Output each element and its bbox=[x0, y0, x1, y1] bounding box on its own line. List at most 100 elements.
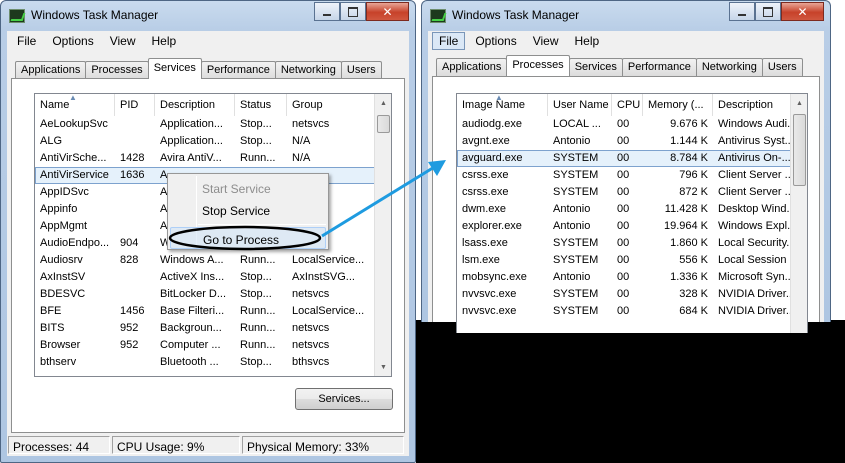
tab-processes[interactable]: Processes bbox=[85, 61, 149, 79]
service-row[interactable]: bthserv Bluetooth ... Stop... bthsvcs bbox=[35, 354, 375, 371]
title-bar[interactable]: Windows Task Manager ✕ bbox=[422, 1, 830, 31]
tab-networking[interactable]: Networking bbox=[274, 61, 342, 79]
title-bar[interactable]: Windows Task Manager ✕ bbox=[1, 1, 415, 31]
scroll-up-icon[interactable]: ▲ bbox=[792, 95, 807, 111]
process-row[interactable]: dwm.exe Antonio 00 11.428 K Desktop Wind... bbox=[457, 201, 792, 218]
column-description[interactable]: Description bbox=[155, 94, 235, 116]
service-row[interactable]: BDESVC BitLocker D... Stop... netsvcs bbox=[35, 286, 375, 303]
services-scrollbar[interactable]: ▲ ▼ bbox=[374, 94, 391, 376]
service-row[interactable]: BITS 952 Backgroun... Runn... netsvcs bbox=[35, 320, 375, 337]
column-user-name[interactable]: User Name bbox=[548, 94, 612, 116]
service-row[interactable]: Audiosrv 828 Windows A... Runn... LocalServi… bbox=[35, 252, 375, 269]
cell-description: Antivirus Syst... bbox=[718, 135, 792, 147]
column-group[interactable]: Group bbox=[287, 94, 375, 116]
process-row[interactable]: mobsync.exe Antonio 00 1.336 K Microsoft Syn… bbox=[457, 269, 792, 286]
tab-performance[interactable]: Performance bbox=[621, 58, 697, 76]
service-row[interactable]: ALG Application... Stop... N/A bbox=[35, 133, 375, 150]
cell-pid: 828 bbox=[120, 254, 139, 266]
process-row[interactable]: avguard.exe SYSTEM 00 8.784 K Antivirus On-.… bbox=[457, 150, 792, 167]
processes-scrollbar[interactable]: ▲ bbox=[790, 94, 807, 333]
close-icon[interactable]: ✕ bbox=[781, 2, 824, 21]
tab-users[interactable]: Users bbox=[340, 61, 382, 79]
cell-pid: 1456 bbox=[120, 305, 145, 317]
menu-view[interactable]: View bbox=[527, 33, 565, 49]
tab-services[interactable]: Services bbox=[568, 58, 623, 76]
menu-file[interactable]: File bbox=[432, 32, 466, 50]
cell-group: LocalService... bbox=[292, 254, 365, 266]
sort-arrow-icon: ▲ bbox=[69, 94, 77, 102]
service-row[interactable]: AntiVirSche... 1428 Avira AntiV... Runn... N… bbox=[35, 150, 375, 167]
close-icon[interactable]: ✕ bbox=[366, 2, 409, 21]
service-row[interactable]: Browser 952 Computer ... Runn... netsvcs bbox=[35, 337, 375, 354]
cell-group: netsvcs bbox=[292, 288, 330, 300]
cell-name: Audiosrv bbox=[40, 254, 83, 266]
tab-processes[interactable]: Processes bbox=[506, 55, 570, 76]
status-physical-memory: Physical Memory: 33% bbox=[242, 436, 404, 454]
menu-help[interactable]: Help bbox=[146, 33, 183, 49]
cell-name: Browser bbox=[40, 339, 81, 351]
service-row[interactable]: AxInstSV ActiveX Ins... Stop... AxInstSVG..… bbox=[35, 269, 375, 286]
process-row[interactable]: audiodg.exe LOCAL ... 00 9.676 K Windows Aud… bbox=[457, 116, 792, 133]
cell-description: Client Server ... bbox=[718, 186, 792, 198]
scroll-down-icon[interactable]: ▼ bbox=[376, 359, 391, 375]
menu-options[interactable]: Options bbox=[469, 33, 522, 49]
column-memory[interactable]: Memory (... bbox=[643, 94, 713, 116]
cell-description: Windows Audi... bbox=[718, 118, 792, 130]
cell-cpu: 00 bbox=[617, 186, 630, 198]
cell-pid: 1636 bbox=[120, 169, 145, 181]
tab-services[interactable]: Services bbox=[147, 58, 202, 79]
cell-pid: 952 bbox=[120, 339, 139, 351]
process-row[interactable]: csrss.exe SYSTEM 00 796 K Client Server ... bbox=[457, 167, 792, 184]
process-row[interactable]: explorer.exe Antonio 00 19.964 K Windows Exp… bbox=[457, 218, 792, 235]
column-description[interactable]: Description bbox=[713, 94, 792, 116]
menu-file[interactable]: File bbox=[11, 33, 42, 49]
menu-go-to-process[interactable]: Go to Process bbox=[170, 227, 326, 249]
maximize-icon[interactable] bbox=[340, 2, 366, 21]
tab-applications[interactable]: Applications bbox=[436, 58, 508, 76]
column-name[interactable]: ▲ Name bbox=[35, 94, 115, 116]
process-row[interactable]: nvvsvc.exe SYSTEM 00 328 K NVIDIA Driver... bbox=[457, 286, 792, 303]
scroll-thumb[interactable] bbox=[377, 115, 390, 133]
processes-list-body: audiodg.exe LOCAL ... 00 9.676 K Windows Aud… bbox=[457, 116, 792, 320]
window-title: Windows Task Manager bbox=[31, 8, 159, 22]
processes-list[interactable]: ▲ Image Name User Name CPU Memory (... D… bbox=[456, 93, 808, 333]
process-row[interactable]: lsm.exe SYSTEM 00 556 K Local Session ... bbox=[457, 252, 792, 269]
column-status[interactable]: Status bbox=[235, 94, 287, 116]
scroll-up-icon[interactable]: ▲ bbox=[376, 95, 391, 111]
service-row[interactable]: AeLookupSvc Application... Stop... netsvcs bbox=[35, 116, 375, 133]
service-row[interactable]: BFE 1456 Base Filteri... Runn... LocalServic… bbox=[35, 303, 375, 320]
menu-bar: File Options View Help bbox=[428, 31, 824, 51]
process-row[interactable]: csrss.exe SYSTEM 00 872 K Client Server ... bbox=[457, 184, 792, 201]
cell-description: Desktop Wind... bbox=[718, 203, 792, 215]
menu-help[interactable]: Help bbox=[569, 33, 606, 49]
process-row[interactable]: avgnt.exe Antonio 00 1.144 K Antivirus Syst.… bbox=[457, 133, 792, 150]
scroll-thumb[interactable] bbox=[793, 114, 806, 186]
column-image-name[interactable]: ▲ Image Name bbox=[457, 94, 548, 116]
minimize-icon[interactable] bbox=[729, 2, 755, 21]
cell-group: N/A bbox=[292, 135, 311, 147]
context-menu: Start Service Stop Service Go to Process bbox=[167, 173, 329, 250]
cell-name: AntiVirSche... bbox=[40, 152, 107, 164]
tab-performance[interactable]: Performance bbox=[200, 61, 276, 79]
column-cpu[interactable]: CPU bbox=[612, 94, 643, 116]
column-pid[interactable]: PID bbox=[115, 94, 155, 116]
black-background bbox=[416, 320, 845, 463]
cell-memory: 1.860 K bbox=[670, 237, 708, 249]
menu-stop-service[interactable]: Stop Service bbox=[170, 199, 326, 221]
cell-name: AudioEndpo... bbox=[40, 237, 110, 249]
tab-users[interactable]: Users bbox=[761, 58, 803, 76]
menu-options[interactable]: Options bbox=[46, 33, 99, 49]
cell-name: AxInstSV bbox=[40, 271, 86, 283]
cell-pid bbox=[115, 354, 155, 371]
process-row[interactable]: nvvsvc.exe SYSTEM 00 684 K NVIDIA Driver... bbox=[457, 303, 792, 320]
minimize-icon[interactable] bbox=[314, 2, 340, 21]
maximize-icon[interactable] bbox=[755, 2, 781, 21]
cell-cpu: 00 bbox=[617, 169, 630, 181]
menu-view[interactable]: View bbox=[104, 33, 142, 49]
tab-networking[interactable]: Networking bbox=[695, 58, 763, 76]
cell-pid: 1428 bbox=[120, 152, 145, 164]
cell-image-name: explorer.exe bbox=[462, 220, 522, 232]
services-button[interactable]: Services... bbox=[295, 388, 393, 410]
tab-applications[interactable]: Applications bbox=[15, 61, 87, 79]
process-row[interactable]: lsass.exe SYSTEM 00 1.860 K Local Security..… bbox=[457, 235, 792, 252]
